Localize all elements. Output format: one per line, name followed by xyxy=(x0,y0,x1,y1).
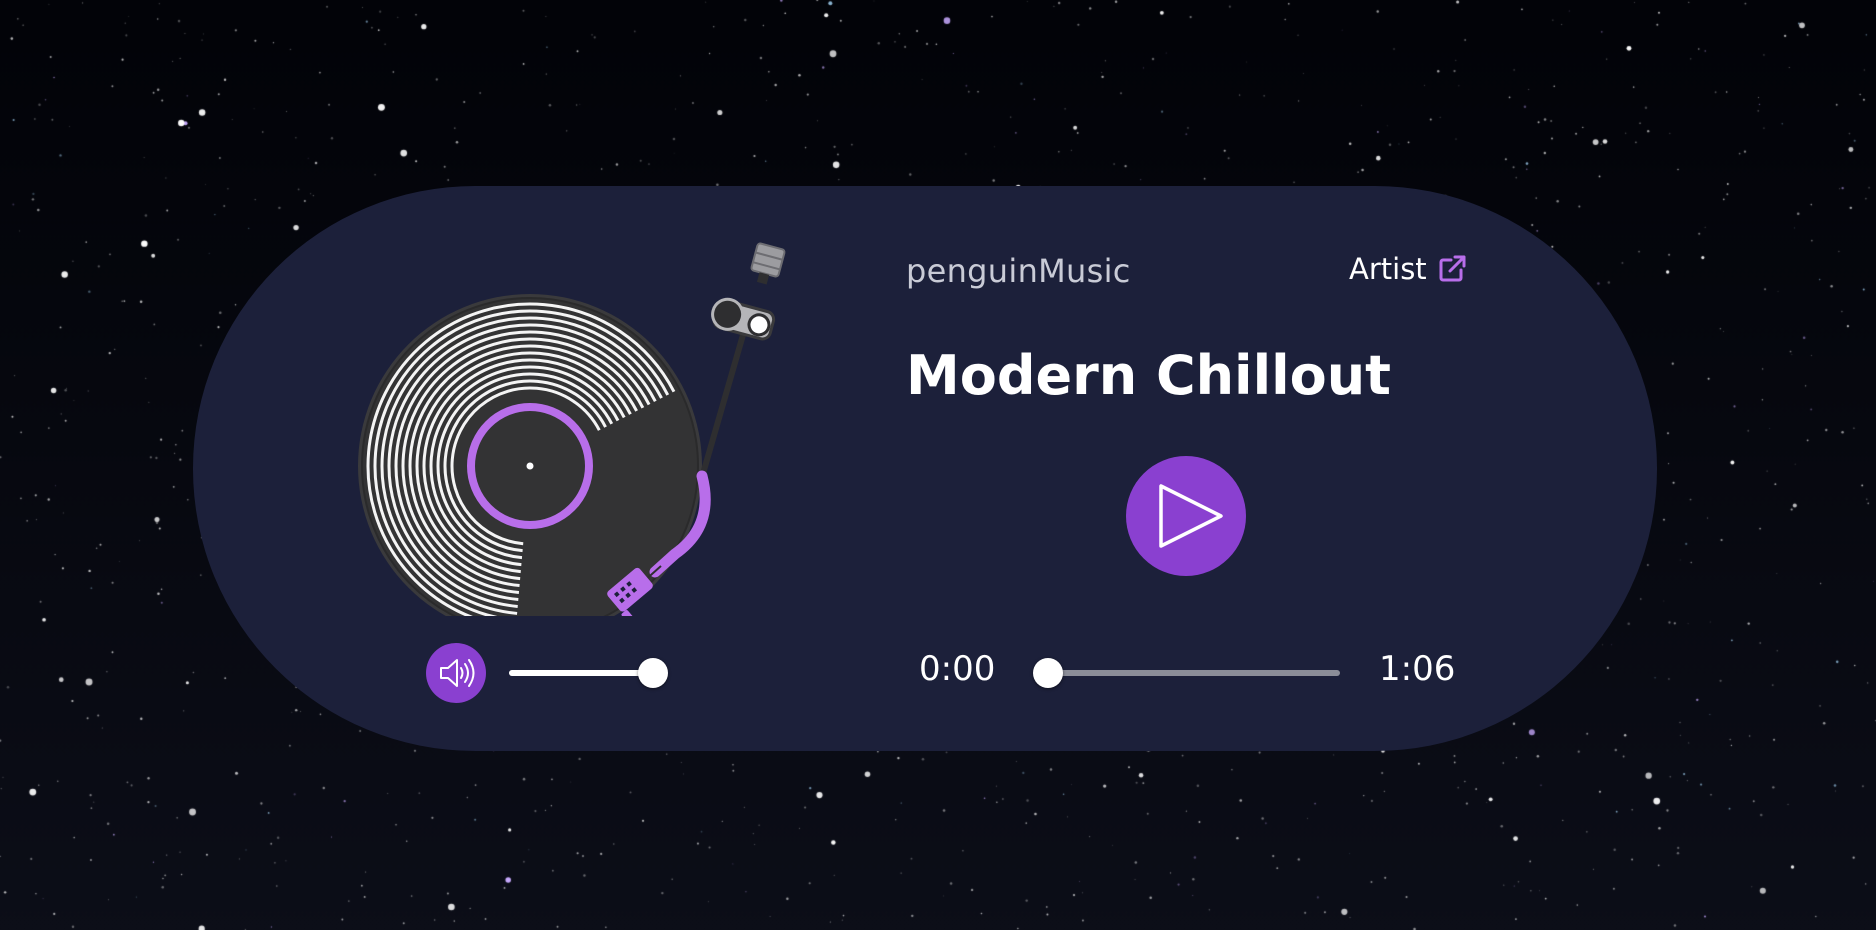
current-time: 0:00 xyxy=(919,649,996,689)
music-player-card: penguinMusic Artist Modern Chillout 0:00… xyxy=(193,186,1657,751)
brand-name: penguinMusic xyxy=(906,252,1131,290)
song-title: Modern Chillout xyxy=(906,344,1391,407)
artist-link[interactable]: Artist xyxy=(1349,252,1467,286)
volume-button[interactable] xyxy=(426,643,486,703)
volume-slider[interactable] xyxy=(509,658,668,688)
speaker-volume-icon xyxy=(440,659,475,687)
progress-slider[interactable] xyxy=(1033,658,1340,688)
volume-knob[interactable] xyxy=(638,658,668,688)
play-button[interactable] xyxy=(1126,456,1246,576)
artist-link-label: Artist xyxy=(1349,252,1427,286)
progress-track xyxy=(1048,670,1340,676)
progress-knob[interactable] xyxy=(1033,658,1063,688)
turntable-vinyl-icon xyxy=(358,242,786,616)
play-icon xyxy=(1159,484,1223,548)
volume-fill xyxy=(509,670,653,676)
external-link-icon xyxy=(1439,255,1466,282)
track-duration: 1:06 xyxy=(1379,649,1456,689)
